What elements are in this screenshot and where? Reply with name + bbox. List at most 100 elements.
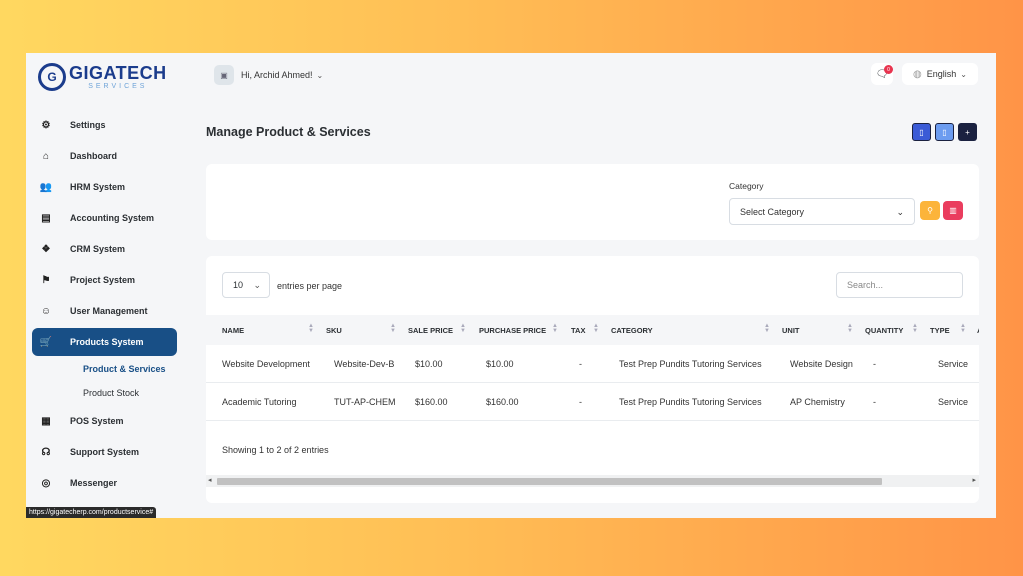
notification-button[interactable]: 🗨 0	[871, 63, 893, 85]
cell-unit: AP Chemistry	[790, 397, 845, 407]
cell-unit: Website Design	[790, 359, 853, 369]
user-menu[interactable]: ▣ Hi, Archid Ahmed! ⌄	[214, 64, 323, 86]
per-page-label: entries per page	[277, 281, 343, 291]
products-table-card: 10 ⌄ entries per page Name ▲▼ SKU ▲▼ Sal…	[206, 256, 979, 503]
scroll-left-icon[interactable]: ◂	[208, 476, 212, 484]
cell-sku: Website-Dev-B	[334, 359, 395, 369]
sidebar-item-crm[interactable]: ❖ CRM System	[32, 235, 177, 263]
sidebar-item-accounting[interactable]: ▤ Accounting System	[32, 204, 177, 232]
reset-filter-button[interactable]: ▥	[943, 201, 963, 220]
sidebar-item-messenger[interactable]: ◎ Messenger	[32, 469, 177, 497]
gear-icon: ⚙	[41, 119, 51, 131]
cell-quantity: -	[873, 359, 876, 369]
notification-badge: 0	[884, 65, 893, 74]
flag-icon: ⚑	[41, 274, 51, 286]
chevron-down-icon: ⌄	[316, 70, 324, 80]
app-window: G GIGATECH SERVICES ⚙ Settings ⌂ Dashboa…	[26, 53, 996, 518]
sort-icon[interactable]: ▲ ▼	[460, 323, 466, 334]
category-label: Category	[729, 181, 764, 191]
file-import-icon: ▯	[919, 127, 924, 137]
language-selector[interactable]: ◍ English ⌄	[902, 63, 978, 85]
language-label: English	[926, 69, 957, 79]
users-icon: 👥	[39, 181, 53, 193]
avatar: ▣	[214, 65, 234, 85]
table-row[interactable]: Academic Tutoring TUT-AP-CHEM $160.00 $1…	[206, 383, 979, 421]
sidebar-item-hrm[interactable]: 👥 HRM System	[32, 173, 177, 201]
sort-icon[interactable]: ▲ ▼	[960, 323, 966, 334]
trash-icon: ▥	[949, 206, 957, 215]
sidebar-item-user-management[interactable]: ☺ User Management	[32, 297, 177, 325]
cell-category: Test Prep Pundits Tutoring Services	[619, 397, 762, 407]
cell-sku: TUT-AP-CHEM	[334, 397, 396, 407]
add-product-button[interactable]: +	[958, 123, 977, 141]
sort-icon[interactable]: ▲ ▼	[912, 323, 918, 334]
column-header-name[interactable]: Name	[222, 326, 244, 335]
entries-per-page-select[interactable]: 10 ⌄	[222, 272, 270, 298]
brand-name: GIGATECH	[69, 63, 167, 83]
cell-quantity: -	[873, 397, 876, 407]
sort-icon[interactable]: ▲ ▼	[390, 323, 396, 334]
sidebar-item-support[interactable]: ☊ Support System	[32, 438, 177, 466]
cart-icon: 🛒	[39, 336, 53, 348]
sort-icon[interactable]: ▲ ▼	[552, 323, 558, 334]
export-button[interactable]: ▯	[935, 123, 954, 141]
column-header-sku[interactable]: SKU	[326, 326, 342, 335]
sort-icon[interactable]: ▲ ▼	[593, 323, 599, 334]
sidebar-item-label: User Management	[70, 306, 148, 316]
sidebar-item-project[interactable]: ⚑ Project System	[32, 266, 177, 294]
horizontal-scrollbar[interactable]: ◂ ▸	[206, 475, 979, 487]
brand-sub: SERVICES	[88, 83, 148, 90]
globe-icon: ◍	[913, 68, 922, 80]
table-row[interactable]: Website Development Website-Dev-B $10.00…	[206, 345, 979, 383]
sort-icon[interactable]: ▲ ▼	[308, 323, 314, 334]
column-header-sale-price[interactable]: Sale Price	[408, 326, 453, 335]
user-icon: ☺	[40, 305, 52, 317]
sidebar-item-label: CRM System	[70, 244, 126, 254]
brand-logo[interactable]: G GIGATECH SERVICES	[38, 63, 167, 91]
sidebar-item-label: Settings	[70, 120, 106, 130]
column-header-tax[interactable]: Tax	[571, 326, 585, 335]
sidebar-item-pos[interactable]: ▦ POS System	[32, 407, 177, 435]
sidebar-item-label: Products System	[70, 337, 144, 347]
column-header-quantity[interactable]: Quantity	[865, 326, 903, 335]
cell-purchase-price: $160.00	[486, 397, 519, 407]
sidebar-item-label: Dashboard	[70, 151, 118, 161]
sidebar-subitem-product-stock[interactable]: Product Stock	[83, 388, 139, 398]
column-header-type[interactable]: Type	[930, 326, 950, 335]
filter-card: Category Select Category ⌄ ⚲ ▥	[206, 164, 979, 240]
column-header-purchase-price[interactable]: Purchase Price	[479, 326, 546, 335]
column-header-unit[interactable]: Unit	[782, 326, 800, 335]
chevron-down-icon: ⌄	[896, 207, 904, 217]
file-export-icon: ▯	[942, 127, 947, 137]
sidebar-item-settings[interactable]: ⚙ Settings	[32, 111, 177, 139]
sidebar-item-products[interactable]: 🛒 Products System	[32, 328, 177, 356]
apply-filter-button[interactable]: ⚲	[920, 201, 940, 220]
sidebar-item-label: Accounting System	[70, 213, 155, 223]
table-header: Name ▲ ▼ SKU ▲ ▼ Sale Price ▲ ▼ Purchase Pr…	[206, 315, 979, 345]
scrollbar-thumb[interactable]	[217, 478, 882, 485]
column-header-category[interactable]: Category	[611, 326, 653, 335]
sidebar-item-label: POS System	[70, 416, 124, 426]
cell-type: Service	[938, 359, 969, 369]
page-title: Manage Product & Services	[206, 125, 371, 139]
sidebar-item-label: Messenger	[70, 478, 118, 488]
sidebar: G GIGATECH SERVICES ⚙ Settings ⌂ Dashboa…	[26, 53, 184, 518]
pagination-info: Showing 1 to 2 of 2 entries	[222, 445, 329, 455]
sidebar-subitem-product-services[interactable]: Product & Services	[83, 364, 166, 374]
import-button[interactable]: ▯	[912, 123, 931, 141]
sidebar-item-dashboard[interactable]: ⌂ Dashboard	[32, 142, 177, 170]
user-greeting: Hi, Archid Ahmed!	[241, 70, 313, 80]
search-input[interactable]	[836, 272, 963, 298]
cell-purchase-price: $10.00	[486, 359, 514, 369]
category-select[interactable]: Select Category ⌄	[729, 198, 915, 225]
chevron-down-icon: ⌄	[253, 280, 261, 290]
logo-mark-icon: G	[38, 63, 66, 91]
column-header-action[interactable]: A	[977, 326, 979, 335]
sidebar-item-label: HRM System	[70, 182, 126, 192]
per-page-value: 10	[233, 280, 244, 290]
sort-icon[interactable]: ▲ ▼	[764, 323, 770, 334]
sort-icon[interactable]: ▲ ▼	[847, 323, 853, 334]
cubes-icon: ❖	[41, 243, 51, 255]
sidebar-item-label: Support System	[70, 447, 140, 457]
scroll-right-icon[interactable]: ▸	[972, 476, 976, 484]
